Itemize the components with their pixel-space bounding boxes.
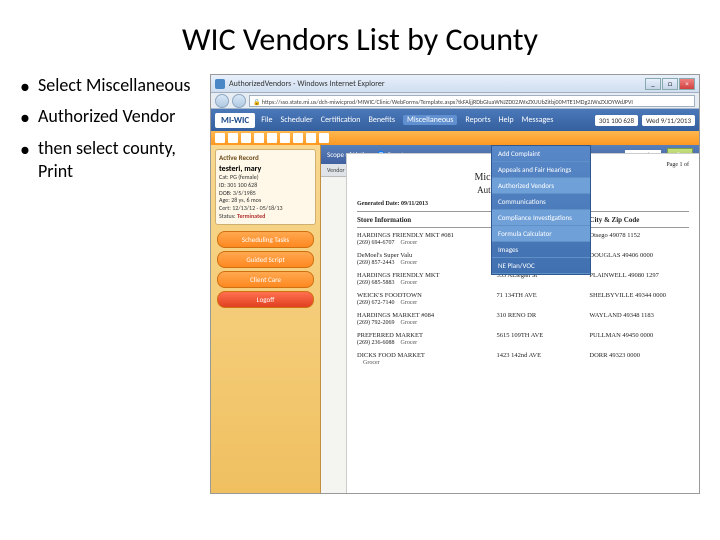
record-id-display: 301 100 628 [595, 115, 638, 126]
col-store-info: Store Information [357, 216, 496, 224]
active-record-panel: Active Record testeri, mary Cat: PG (fem… [215, 149, 316, 225]
url-input[interactable]: 🔒 https://sso.state.mi.us/dch-miwicprod/… [249, 95, 695, 107]
report-row: PREFERRED MARKET(269) 236-6088Grocer5615… [357, 332, 689, 346]
slide-title: WIC Vendors List by County [0, 0, 720, 74]
close-button[interactable]: × [679, 78, 695, 90]
toolbar-icon[interactable] [319, 133, 329, 143]
guided-script-button[interactable]: Guided Script [217, 251, 314, 268]
bullet-list: Select Miscellaneous Authorized Vendor t… [20, 74, 200, 494]
forward-button[interactable] [232, 94, 246, 108]
toolbar-icon[interactable] [267, 133, 277, 143]
sidebar: Active Record testeri, mary Cat: PG (fem… [211, 145, 321, 493]
dropdown-appeals[interactable]: Appeals and Fair Hearings [492, 162, 590, 178]
toolbar-icon[interactable] [228, 133, 238, 143]
menu-certification[interactable]: Certification [321, 115, 361, 125]
dropdown-communications[interactable]: Communications [492, 194, 590, 210]
col-city-zip: City & Zip Code [589, 216, 689, 224]
client-care-button[interactable]: Client Care [217, 271, 314, 288]
logoff-button[interactable]: Logoff [217, 291, 314, 308]
report-row: WEICK'S FOODTOWN(269) 672-7140Grocer71 1… [357, 292, 689, 306]
minimize-button[interactable]: _ [645, 78, 661, 90]
menu-messages[interactable]: Messages [522, 115, 554, 125]
bullet-item: Authorized Vendor [20, 105, 200, 128]
menu-file[interactable]: File [261, 115, 272, 125]
scheduling-tasks-button[interactable]: Scheduling Tasks [217, 231, 314, 248]
report-row: DICKS FOOD MARKETGrocer1423 142nd AVEDOR… [357, 352, 689, 366]
browser-titlebar: AuthorizedVendors - Windows Internet Exp… [211, 75, 699, 93]
app-logo: MI-WIC [215, 113, 255, 128]
report-row: HARDINGS MARKET #084(269) 792-2069Grocer… [357, 312, 689, 326]
menu-reports[interactable]: Reports [465, 115, 490, 125]
main-menu: File Scheduler Certification Benefits Mi… [261, 115, 595, 125]
bullet-item: then select county, Print [20, 137, 200, 184]
menu-miscellaneous[interactable]: Miscellaneous [403, 115, 457, 125]
toolbar-icon[interactable] [293, 133, 303, 143]
lock-icon: 🔒 [253, 98, 260, 106]
menu-help[interactable]: Help [499, 115, 514, 125]
app-screenshot: AuthorizedVendors - Windows Internet Exp… [210, 74, 700, 494]
dropdown-compliance[interactable]: Compliance Investigations [492, 210, 590, 226]
window-title: AuthorizedVendors - Windows Internet Exp… [229, 79, 645, 89]
browser-favicon-icon [215, 79, 225, 89]
toolbar-icon[interactable] [254, 133, 264, 143]
app-header: MI-WIC File Scheduler Certification Bene… [211, 109, 699, 131]
date-display: Wed 9/11/2013 [642, 115, 695, 126]
dropdown-ne-plan[interactable]: NE Plan/VOC [492, 258, 590, 274]
status-label: Status: [219, 212, 236, 220]
toolbar-icon[interactable] [215, 133, 225, 143]
toolbar-icon[interactable] [306, 133, 316, 143]
dropdown-authorized-vendors[interactable]: Authorized Vendors [492, 178, 590, 194]
bullet-item: Select Miscellaneous [20, 74, 200, 97]
dropdown-formula-calc[interactable]: Formula Calculator [492, 226, 590, 242]
menu-scheduler[interactable]: Scheduler [281, 115, 313, 125]
active-record-header: Active Record [219, 153, 312, 162]
dropdown-add-complaint[interactable]: Add Complaint [492, 146, 590, 162]
dropdown-images[interactable]: Images [492, 242, 590, 258]
toolbar-icon[interactable] [280, 133, 290, 143]
toolbar-icon[interactable] [241, 133, 251, 143]
address-bar: 🔒 https://sso.state.mi.us/dch-miwicprod/… [211, 93, 699, 109]
maximize-button[interactable]: □ [662, 78, 678, 90]
back-button[interactable] [215, 94, 229, 108]
menu-benefits[interactable]: Benefits [368, 115, 395, 125]
toolbar [211, 131, 699, 145]
miscellaneous-dropdown: Add Complaint Appeals and Fair Hearings … [491, 145, 591, 275]
status-value: Terminated [237, 212, 265, 220]
